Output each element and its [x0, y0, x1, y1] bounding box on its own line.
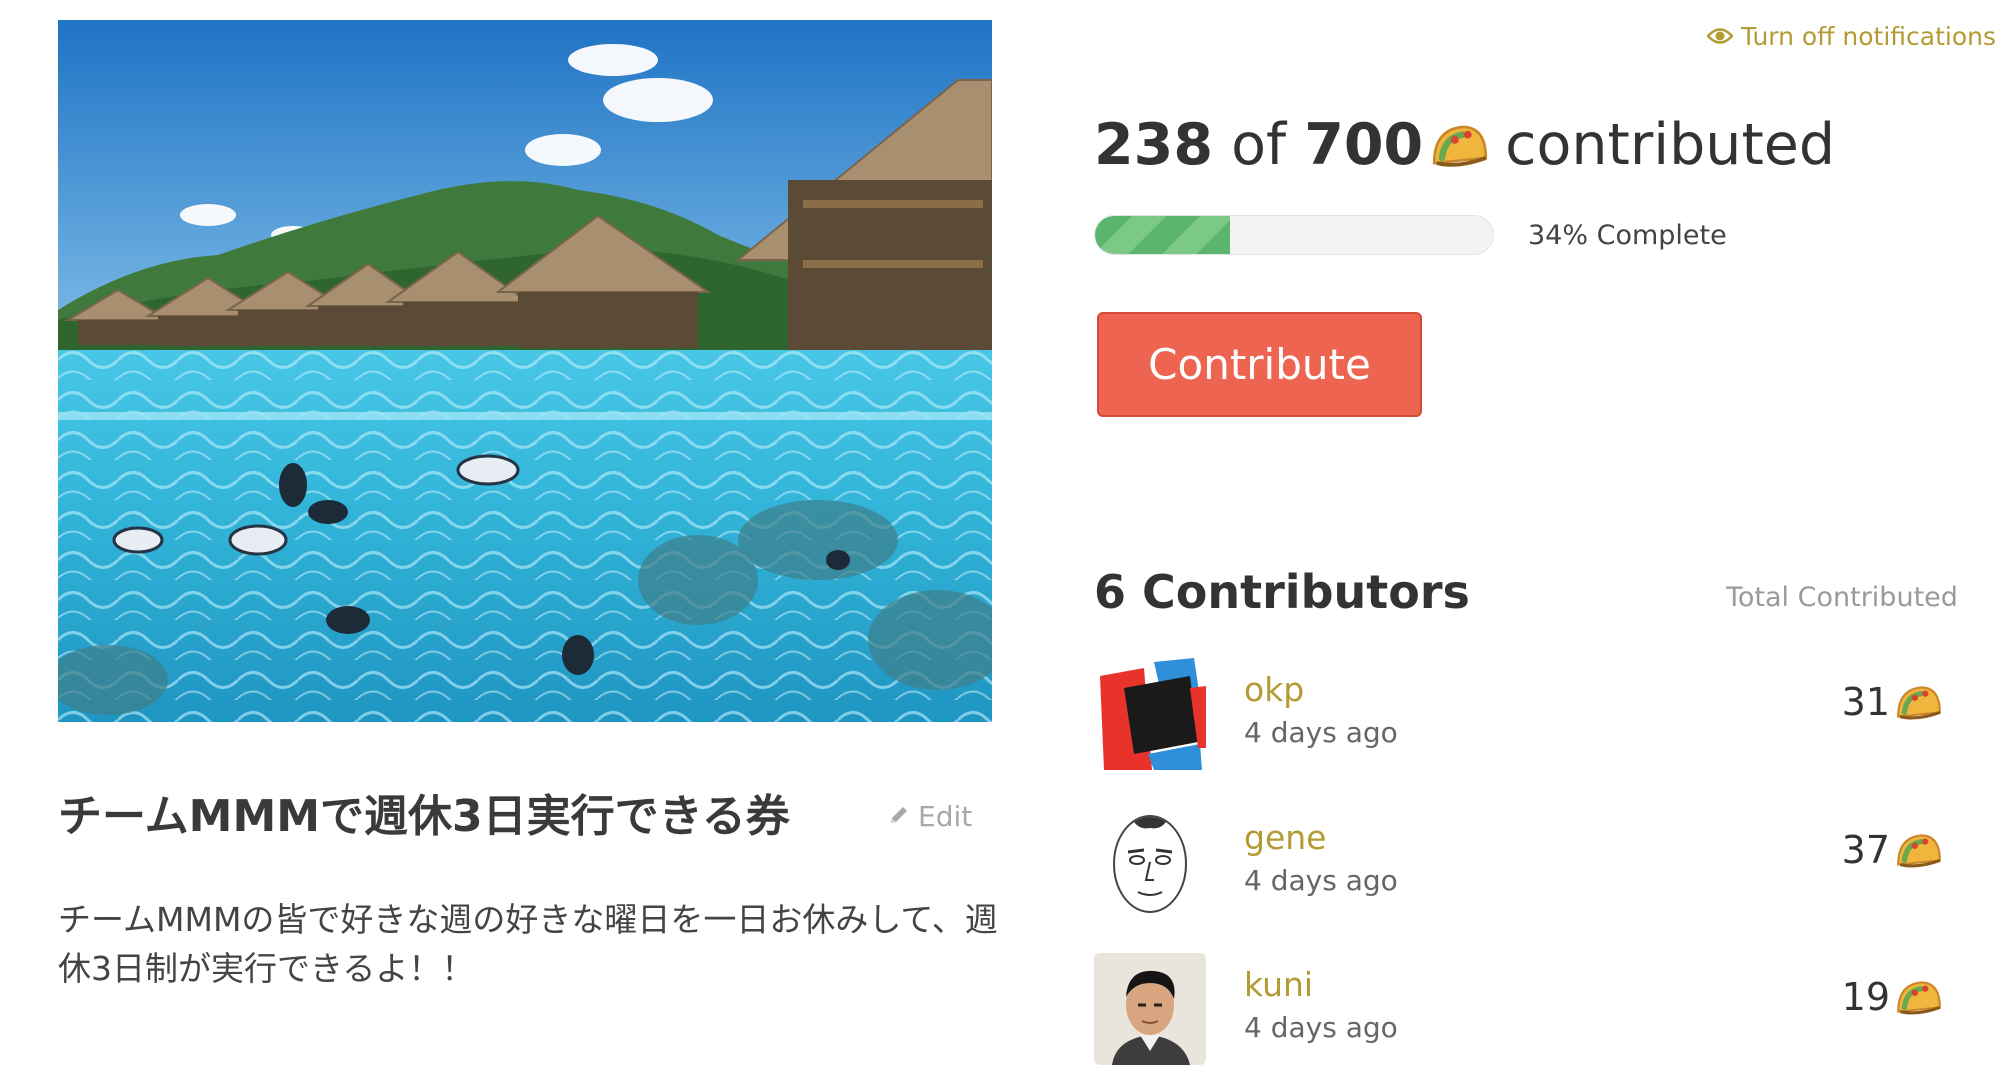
edit-link[interactable]: Edit — [888, 800, 972, 833]
contributor-name[interactable]: kuni — [1244, 965, 1313, 1004]
taco-icon — [1894, 829, 1944, 871]
contributor-name[interactable]: gene — [1244, 818, 1326, 857]
contribution-amount: 19 — [1842, 975, 1944, 1019]
eye-icon — [1706, 22, 1734, 51]
contributor-row: gene 4 days ago 37 — [1094, 806, 1944, 921]
contributed-suffix: contributed — [1505, 112, 1836, 178]
pencil-icon — [888, 800, 910, 833]
amount-value: 31 — [1841, 680, 1890, 724]
progress-bar-fill — [1095, 216, 1231, 254]
contributor-name[interactable]: okp — [1244, 670, 1304, 709]
contribution-time: 4 days ago — [1244, 1011, 1398, 1044]
total-contributed-label: Total Contributed — [1726, 582, 1958, 613]
amount-value: 19 — [1841, 975, 1890, 1019]
contribution-amount: 31 — [1842, 680, 1944, 724]
contributor-avatar[interactable] — [1094, 953, 1206, 1065]
turn-off-notifications-link[interactable]: Turn off notifications — [1706, 22, 1996, 51]
contributor-avatar[interactable] — [1094, 658, 1206, 770]
amount-value: 37 — [1841, 828, 1890, 872]
contributor-row: kuni 4 days ago 19 — [1094, 953, 1944, 1068]
taco-icon — [1894, 976, 1944, 1018]
reward-description: チームMMMの皆で好きな週の好きな曜日を一日お休みして、週休3日制が実行できるよ… — [58, 900, 998, 988]
contribute-button[interactable]: Contribute — [1097, 312, 1422, 417]
reward-title: チームMMMで週休3日実行できる券 — [58, 791, 790, 842]
taco-icon — [1429, 119, 1491, 171]
turn-off-notifications-label: Turn off notifications — [1740, 22, 1996, 51]
contribution-amount: 37 — [1842, 828, 1944, 872]
taco-icon — [1894, 681, 1944, 723]
reward-image — [58, 20, 992, 722]
progress-headline: 238 of 700 contributed — [1094, 112, 1835, 178]
contributed-count: 238 — [1094, 112, 1213, 178]
contributor-row: okp 4 days ago 31 — [1094, 658, 1944, 773]
contributor-avatar[interactable] — [1094, 806, 1206, 918]
contributors-heading: 6 Contributors — [1094, 565, 1470, 619]
contribution-time: 4 days ago — [1244, 864, 1398, 897]
goal-count: 700 — [1304, 112, 1424, 178]
progress-percent-label: 34% Complete — [1528, 220, 1727, 251]
contribution-time: 4 days ago — [1244, 716, 1398, 749]
of-word: of — [1231, 112, 1287, 178]
edit-label: Edit — [918, 800, 973, 833]
progress-bar — [1094, 215, 1494, 255]
